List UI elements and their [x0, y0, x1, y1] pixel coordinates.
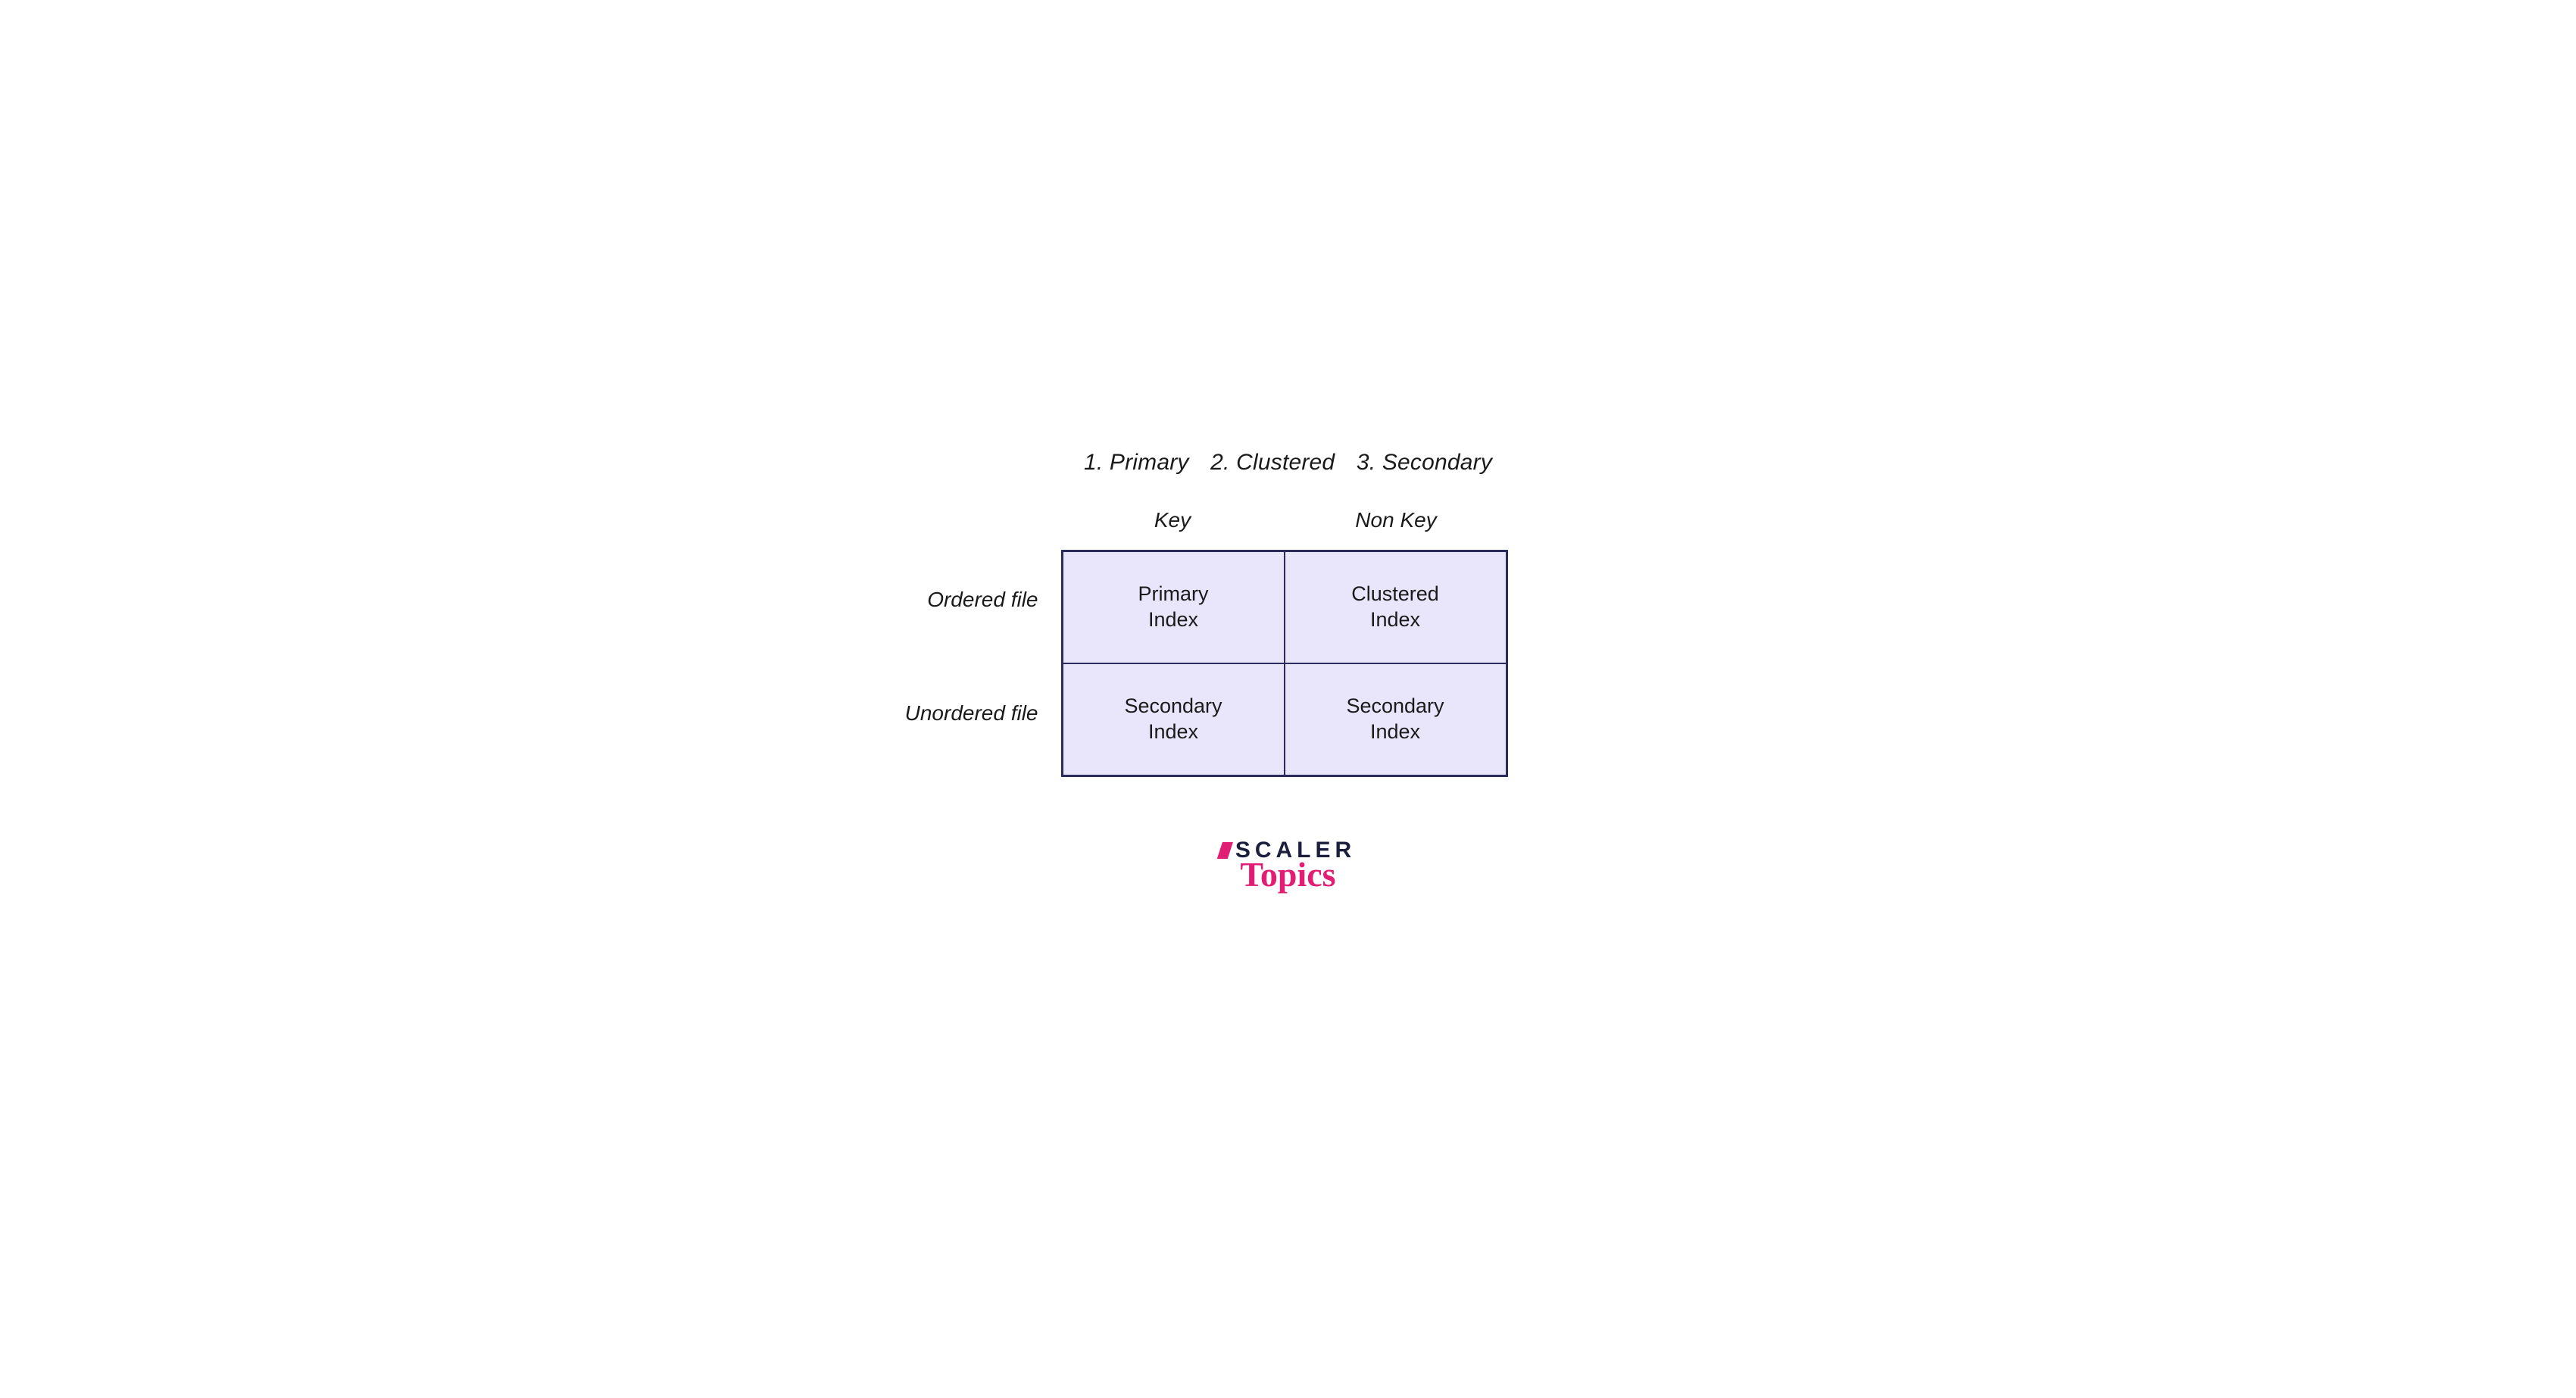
- cell-text: Secondary: [1124, 694, 1222, 719]
- cell-text: Index: [1370, 719, 1420, 745]
- title-line: 1. Primary 2. Clustered 3. Secondary: [720, 450, 1856, 476]
- cell-primary-index: Primary Index: [1063, 551, 1285, 663]
- scaler-topics-logo: SCALER Topics: [720, 838, 1856, 894]
- grid-row-ordered: Primary Index Clustered Index: [1063, 551, 1507, 663]
- column-headers: Key Non Key: [1061, 508, 1508, 532]
- cell-text: Index: [1148, 719, 1198, 745]
- cell-text: Index: [1148, 607, 1198, 633]
- cell-clustered-index: Clustered Index: [1285, 551, 1507, 663]
- logo-topics-text: Topics: [720, 854, 1856, 894]
- logo-bar-icon: [1217, 842, 1233, 859]
- column-header-key: Key: [1061, 508, 1285, 532]
- title-item-2: 2. Clustered: [1210, 450, 1335, 475]
- title-item-3: 3. Secondary: [1357, 450, 1492, 475]
- cell-text: Primary: [1138, 582, 1209, 607]
- title-item-1: 1. Primary: [1084, 450, 1189, 475]
- grid-row-unordered: Secondary Index Secondary Index: [1063, 663, 1507, 775]
- column-header-nonkey: Non Key: [1285, 508, 1508, 532]
- diagram-frame: 1. Primary 2. Clustered 3. Secondary Key…: [720, 391, 1856, 1007]
- cell-secondary-index-nonkey: Secondary Index: [1285, 663, 1507, 775]
- cell-secondary-index-key: Secondary Index: [1063, 663, 1285, 775]
- row-label-unordered: Unordered file: [864, 701, 1038, 726]
- cell-text: Index: [1370, 607, 1420, 633]
- row-label-ordered: Ordered file: [879, 588, 1038, 612]
- cell-text: Secondary: [1346, 694, 1444, 719]
- index-grid: Primary Index Clustered Index Secondary …: [1061, 550, 1508, 777]
- cell-text: Clustered: [1351, 582, 1439, 607]
